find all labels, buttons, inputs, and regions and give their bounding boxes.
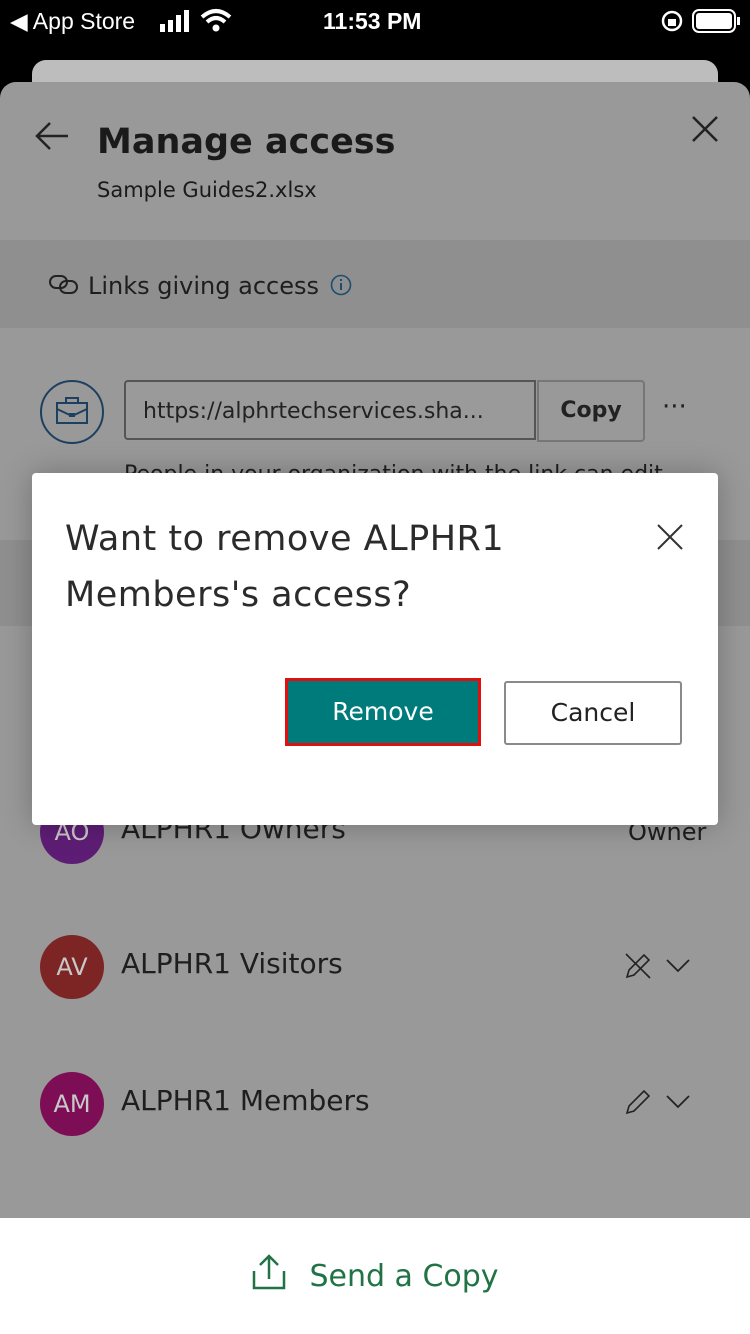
copy-link-button[interactable]: Copy <box>537 380 645 442</box>
orientation-lock-icon <box>660 9 684 39</box>
close-icon[interactable] <box>690 114 720 148</box>
share-icon <box>251 1253 287 1299</box>
chevron-down-icon[interactable] <box>665 958 691 978</box>
signal-icon <box>160 10 194 38</box>
link-icon <box>48 272 80 300</box>
back-to-app-store[interactable]: ◀ App Store <box>10 8 135 35</box>
avatar: AV <box>40 935 104 999</box>
person-name: ALPHR1 Visitors <box>121 947 343 980</box>
chevron-down-icon[interactable] <box>665 1094 691 1114</box>
cancel-button[interactable]: Cancel <box>504 681 682 745</box>
close-icon[interactable] <box>656 523 684 555</box>
clock: 11:53 PM <box>323 8 422 34</box>
status-bar: ◀ App Store 11:53 PM <box>0 0 750 42</box>
links-giving-access-label: Links giving access <box>88 272 319 300</box>
remove-access-dialog: Want to remove ALPHR1 Members's access? … <box>32 473 718 825</box>
info-icon[interactable] <box>330 274 352 300</box>
more-options-icon[interactable]: ··· <box>662 392 687 422</box>
wifi-icon <box>200 8 232 38</box>
pencil-icon[interactable] <box>624 1088 652 1120</box>
link-url-field[interactable]: https://alphrtechservices.sha... <box>124 380 536 440</box>
remove-button[interactable]: Remove <box>285 678 481 746</box>
avatar: AM <box>40 1072 104 1136</box>
person-name: ALPHR1 Members <box>121 1084 370 1117</box>
send-copy-label: Send a Copy <box>309 1258 499 1294</box>
file-name: Sample Guides2.xlsx <box>97 178 317 202</box>
bottom-bar: Send a Copy <box>0 1218 750 1334</box>
send-copy-button[interactable]: Send a Copy <box>0 1218 750 1334</box>
page-title: Manage access <box>97 122 396 162</box>
organization-briefcase-icon <box>39 379 105 449</box>
links-section-header: Links giving access <box>0 240 750 328</box>
pencil-off-icon[interactable] <box>624 952 652 984</box>
back-arrow-icon[interactable] <box>34 120 70 156</box>
dialog-title: Want to remove ALPHR1 Members's access? <box>65 519 505 615</box>
battery-icon <box>692 9 742 39</box>
